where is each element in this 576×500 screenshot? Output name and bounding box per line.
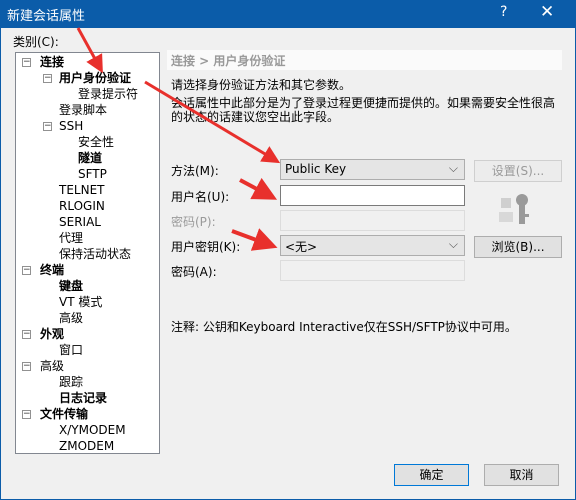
tree-item[interactable]: 文件传输 <box>40 406 88 422</box>
settings-button[interactable]: 设置(S)... <box>474 160 562 182</box>
tree-item[interactable]: 跟踪 <box>59 374 83 390</box>
tree-item[interactable]: TELNET <box>59 182 105 198</box>
tree-item[interactable]: 终端 <box>40 262 64 278</box>
tree-item[interactable]: X/YMODEM <box>59 422 126 438</box>
tree-item[interactable]: 外观 <box>40 326 64 342</box>
chevron-down-icon: ⌵ <box>448 161 458 175</box>
collapse-icon[interactable]: − <box>22 58 31 67</box>
tree-item[interactable]: 高级 <box>40 358 64 374</box>
intro-text: 请选择身份验证方法和其它参数。 <box>171 78 352 92</box>
method-value: Public Key <box>285 162 347 176</box>
cancel-button[interactable]: 取消 <box>484 464 559 486</box>
passphrase-label: 密码(A): <box>171 265 217 279</box>
tree-item[interactable]: ZMODEM <box>59 438 114 454</box>
tree-item[interactable]: VT 模式 <box>59 294 102 310</box>
userkey-value: <无> <box>285 240 318 254</box>
username-label: 用户名(U): <box>171 190 230 204</box>
collapse-icon[interactable]: − <box>22 362 31 371</box>
tree-item[interactable]: 高级 <box>59 310 83 326</box>
category-tree[interactable]: − 连接 − 用户身份验证 登录提示符 登录脚本 − SSH 安全性 隧道 SFTP TELNET RL… <box>15 52 160 454</box>
tree-item[interactable]: 用户身份验证 <box>59 70 131 86</box>
password-input <box>280 210 465 231</box>
collapse-icon[interactable]: − <box>22 410 31 419</box>
chevron-down-icon: ⌵ <box>448 237 458 251</box>
method-label: 方法(M): <box>171 164 219 178</box>
passphrase-input[interactable] <box>280 260 465 281</box>
category-label: 类别(C): <box>13 35 59 49</box>
tree-item[interactable]: SFTP <box>78 166 107 182</box>
collapse-icon[interactable]: − <box>22 266 31 275</box>
collapse-icon[interactable]: − <box>43 122 52 131</box>
tree-item[interactable]: 隧道 <box>78 150 102 166</box>
collapse-icon[interactable]: − <box>43 74 52 83</box>
collapse-icon[interactable]: − <box>22 330 31 339</box>
tree-item[interactable]: 登录提示符 <box>78 86 138 102</box>
tree-item[interactable]: RLOGIN <box>59 198 105 214</box>
tree-item[interactable]: 登录脚本 <box>59 102 107 118</box>
tree-item[interactable]: 保持活动状态 <box>59 246 131 262</box>
password-label: 密码(P): <box>171 215 216 229</box>
tree-item[interactable]: 连接 <box>40 54 64 70</box>
method-select[interactable]: Public Key ⌵ <box>280 159 465 180</box>
description-line-2: 的状态的话建议您空出此字段。 <box>171 110 340 124</box>
tree-item[interactable]: 键盘 <box>59 278 83 294</box>
user-key-icon <box>499 194 529 224</box>
username-input[interactable] <box>280 185 465 206</box>
tree-item[interactable]: SSH <box>59 118 83 134</box>
tree-item[interactable]: 安全性 <box>78 134 114 150</box>
title-bar: 新建会话属性 ? ✕ <box>0 0 576 28</box>
userkey-label: 用户密钥(K): <box>171 240 241 254</box>
ok-button[interactable]: 确定 <box>394 464 469 486</box>
breadcrumb: 连接 > 用户身份验证 <box>167 50 562 70</box>
close-icon[interactable]: ✕ <box>540 2 554 22</box>
tree-item[interactable]: 日志记录 <box>59 390 107 406</box>
help-icon[interactable]: ? <box>500 4 507 20</box>
tree-item[interactable]: SERIAL <box>59 214 101 230</box>
note-text: 注释: 公钥和Keyboard Interactive仅在SSH/SFTP协议中… <box>171 320 517 334</box>
browse-button[interactable]: 浏览(B)... <box>474 236 562 258</box>
window-title: 新建会话属性 <box>7 9 86 24</box>
tree-item[interactable]: 代理 <box>59 230 83 246</box>
userkey-select[interactable]: <无> ⌵ <box>280 235 465 256</box>
tree-item[interactable]: 窗口 <box>59 342 83 358</box>
